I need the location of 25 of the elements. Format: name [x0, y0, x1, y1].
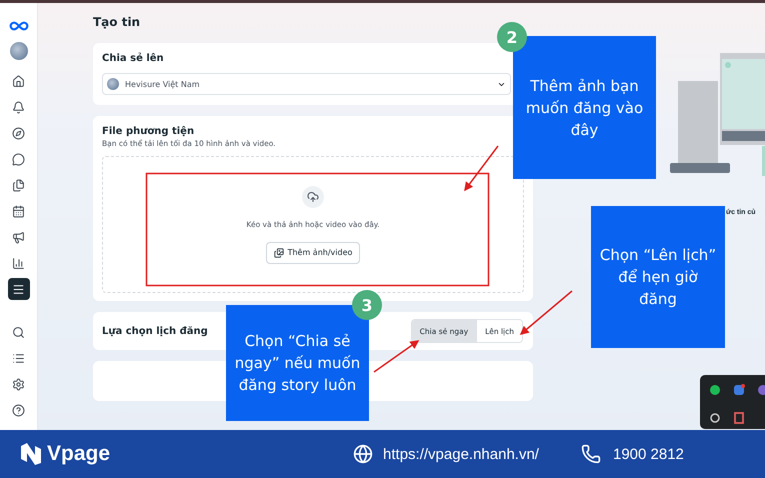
app-icon[interactable]	[709, 384, 721, 396]
brand-logo-icon	[18, 441, 44, 467]
app-icon[interactable]	[709, 412, 721, 424]
arrow	[520, 290, 572, 335]
avatar-icon[interactable]	[10, 42, 28, 60]
upload-icon	[302, 186, 324, 208]
phone-icon	[580, 444, 601, 464]
page-title: Tạo tin	[93, 15, 142, 31]
menu-icon[interactable]	[8, 278, 30, 300]
arrow	[464, 146, 499, 192]
section-label: Lựa chọn lịch đăng	[102, 326, 208, 336]
phone-number: 1900 2812	[612, 446, 684, 462]
callout-note: Chọn “Lên lịch” để hẹn giờ đăng	[591, 206, 725, 348]
add-media-button[interactable]: Thêm ảnh/video	[266, 242, 360, 264]
app-icon[interactable]	[733, 384, 745, 396]
section-label: Chia sẻ lên	[102, 53, 165, 64]
website-link[interactable]: https://vpage.nhanh.vn/	[383, 446, 539, 462]
section-label: File phương tiện	[102, 126, 196, 137]
avatar-icon	[107, 78, 119, 90]
globe-icon	[353, 444, 374, 464]
app-icon[interactable]	[733, 412, 745, 424]
images-icon	[274, 248, 284, 258]
brand-name: Vpage	[47, 442, 110, 466]
account-dropdown[interactable]: Hevisure Việt Nam	[102, 73, 511, 95]
arrow	[374, 340, 420, 373]
